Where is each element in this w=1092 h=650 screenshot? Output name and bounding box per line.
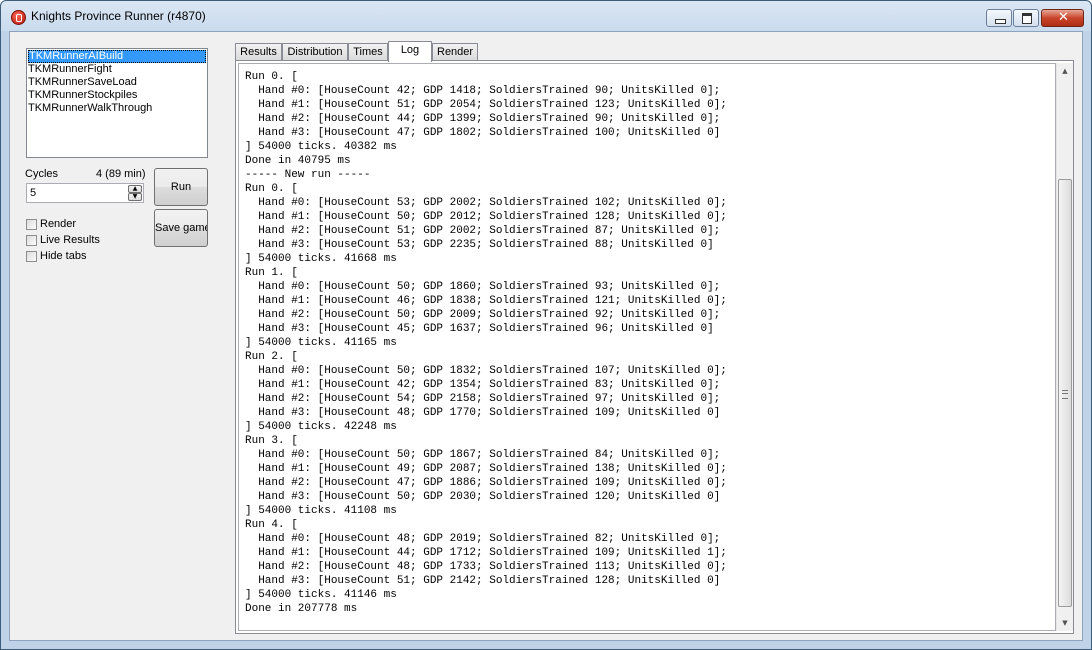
log-line: Hand #1: [HouseCount 44; GDP 1712; Soldi… [245, 547, 727, 559]
grip-icon [1062, 390, 1068, 399]
log-line: ] 54000 ticks. 40382 ms [245, 141, 397, 153]
log-line: Hand #1: [HouseCount 42; GDP 1354; Soldi… [245, 379, 721, 391]
checkbox-box[interactable] [26, 251, 37, 262]
maximize-button[interactable] [1013, 9, 1039, 27]
run-button[interactable]: Run [154, 168, 208, 206]
log-line: Hand #2: [HouseCount 54; GDP 2158; Soldi… [245, 393, 721, 405]
cycles-spin-edit[interactable]: 5 ▲ ▼ [26, 183, 144, 203]
log-line: Hand #3: [HouseCount 51; GDP 2142; Soldi… [245, 575, 721, 587]
hide-tabs-checkbox-label: Hide tabs [40, 250, 87, 262]
log-line: Run 1. [ [245, 267, 298, 279]
cycles-label: Cycles [25, 168, 59, 180]
scroll-up-button[interactable]: ▲ [1057, 63, 1073, 79]
log-line: ] 54000 ticks. 41165 ms [245, 337, 397, 349]
client-area: TKMRunnerAIBuild TKMRunnerFight TKMRunnerS… [9, 31, 1083, 641]
runner-list-item[interactable]: TKMRunnerWalkThrough [27, 102, 207, 115]
tab-render[interactable]: Render [432, 43, 478, 60]
spin-up-button[interactable]: ▲ [128, 185, 142, 193]
checkbox-box[interactable] [26, 219, 37, 230]
app-window: Knights Province Runner (r4870) ✕ TKMRun… [0, 0, 1092, 650]
runner-list-item[interactable]: TKMRunnerAIBuild [28, 50, 206, 63]
log-line: Hand #0: [HouseCount 50; GDP 1832; Soldi… [245, 365, 727, 377]
log-line: Hand #1: [HouseCount 49; GDP 2087; Soldi… [245, 463, 727, 475]
log-tab-panel: Run 0. [ Hand #0: [HouseCount 42; GDP 14… [235, 60, 1074, 634]
tab-log[interactable]: Log [388, 41, 432, 62]
log-line: Run 0. [ [245, 183, 298, 195]
log-scrollbar[interactable]: ▲ ▼ [1056, 63, 1073, 631]
close-icon: ✕ [1058, 10, 1069, 25]
log-line: Hand #3: [HouseCount 45; GDP 1637; Soldi… [245, 323, 714, 335]
log-line: ] 54000 ticks. 41146 ms [245, 589, 397, 601]
arrow-up-icon: ▲ [1062, 67, 1068, 75]
arrow-down-icon: ▼ [132, 193, 138, 200]
render-checkbox-label: Render [40, 218, 77, 230]
tab-distribution[interactable]: Distribution [282, 43, 348, 60]
log-line: Hand #2: [HouseCount 44; GDP 1399; Soldi… [245, 113, 721, 125]
log-line: Hand #1: [HouseCount 51; GDP 2054; Soldi… [245, 99, 727, 111]
log-line: Hand #1: [HouseCount 46; GDP 1838; Soldi… [245, 295, 727, 307]
arrow-up-icon: ▲ [132, 185, 138, 192]
window-title: Knights Province Runner (r4870) [31, 9, 206, 23]
minimize-button[interactable] [986, 9, 1012, 27]
log-line: Run 0. [ [245, 71, 298, 83]
spin-down-button[interactable]: ▼ [128, 193, 142, 201]
log-line: Hand #0: [HouseCount 42; GDP 1418; Soldi… [245, 85, 721, 97]
runner-list-item[interactable]: TKMRunnerSaveLoad [27, 76, 207, 89]
scroll-thumb[interactable] [1058, 179, 1072, 607]
minimize-icon [995, 19, 1006, 24]
runner-list-item[interactable]: TKMRunnerStockpiles [27, 89, 207, 102]
log-line: Hand #3: [HouseCount 53; GDP 2235; Soldi… [245, 239, 714, 251]
log-line: Hand #2: [HouseCount 50; GDP 2009; Soldi… [245, 309, 721, 321]
log-line: ] 54000 ticks. 41108 ms [245, 505, 397, 517]
live-results-checkbox-label: Live Results [40, 234, 100, 246]
log-line: Done in 40795 ms [245, 155, 351, 167]
app-icon [11, 10, 26, 25]
log-line: Run 2. [ [245, 351, 298, 363]
log-line: Hand #0: [HouseCount 48; GDP 2019; Soldi… [245, 533, 721, 545]
log-line: Hand #0: [HouseCount 50; GDP 1867; Soldi… [245, 449, 721, 461]
arrow-down-icon: ▼ [1062, 619, 1068, 627]
title-bar[interactable]: Knights Province Runner (r4870) ✕ [1, 1, 1091, 31]
log-line: Hand #3: [HouseCount 50; GDP 2030; Soldi… [245, 491, 721, 503]
close-button[interactable]: ✕ [1041, 9, 1084, 27]
log-line: Hand #1: [HouseCount 50; GDP 2012; Soldi… [245, 211, 727, 223]
log-line: Hand #2: [HouseCount 51; GDP 2002; Soldi… [245, 225, 721, 237]
log-line: Done in 207778 ms [245, 603, 358, 615]
log-memo[interactable]: Run 0. [ Hand #0: [HouseCount 42; GDP 14… [238, 63, 1056, 631]
log-line: Hand #0: [HouseCount 50; GDP 1860; Soldi… [245, 281, 721, 293]
runner-list[interactable]: TKMRunnerAIBuild TKMRunnerFight TKMRunnerS… [26, 48, 208, 158]
log-text: Run 0. [ Hand #0: [HouseCount 42; GDP 14… [245, 70, 727, 616]
save-game-button[interactable]: Save game [154, 209, 208, 247]
log-line: Run 3. [ [245, 435, 298, 447]
log-line: Hand #3: [HouseCount 47; GDP 1802; Soldi… [245, 127, 721, 139]
log-line: Hand #3: [HouseCount 48; GDP 1770; Soldi… [245, 407, 721, 419]
maximize-icon [1022, 13, 1032, 24]
runner-list-item[interactable]: TKMRunnerFight [27, 63, 207, 76]
tab-times[interactable]: Times [348, 43, 388, 60]
tab-results[interactable]: Results [235, 43, 282, 60]
log-line: Run 4. [ [245, 519, 298, 531]
cycles-info: 4 (89 min) [96, 168, 146, 180]
scroll-down-button[interactable]: ▼ [1057, 615, 1073, 631]
log-line: ] 54000 ticks. 42248 ms [245, 421, 397, 433]
log-line: Hand #2: [HouseCount 48; GDP 1733; Soldi… [245, 561, 727, 573]
log-line: ] 54000 ticks. 41668 ms [245, 253, 397, 265]
checkbox-box[interactable] [26, 235, 37, 246]
log-line: Hand #2: [HouseCount 47; GDP 1886; Soldi… [245, 477, 727, 489]
cycles-input[interactable]: 5 [30, 187, 36, 199]
log-line: ----- New run ----- [245, 169, 371, 181]
log-line: Hand #0: [HouseCount 53; GDP 2002; Soldi… [245, 197, 727, 209]
